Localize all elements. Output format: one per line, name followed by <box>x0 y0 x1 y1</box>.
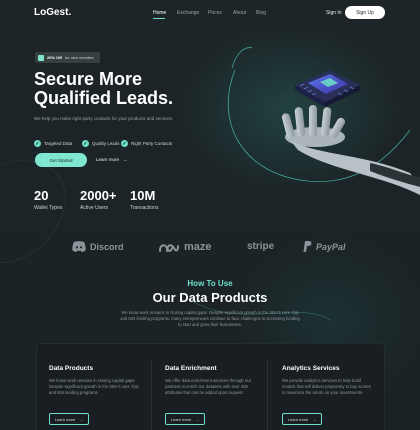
hero-title: Secure More Qualified Leads. <box>34 70 234 108</box>
arrow-right-icon: → <box>195 416 200 422</box>
brand-paypal-label: PayPal <box>316 241 346 252</box>
hero-description: We help you make right party contacts fo… <box>34 116 174 121</box>
brand-paypal: PayPal <box>303 241 346 252</box>
brand-discord-label: Discord <box>90 241 124 252</box>
nav-active-indicator <box>153 18 165 19</box>
logo[interactable]: LoGest. <box>34 7 71 18</box>
stat-transactions-label: Transactions <box>130 205 159 211</box>
card-data-products-description: We know work remains in closing capital … <box>49 378 139 395</box>
brand-discord: Discord <box>72 241 124 252</box>
nav-link-prices[interactable]: Prices <box>208 10 222 16</box>
section-description: We know work remains in closing capital … <box>120 310 300 327</box>
card-analytics-services-title: Analytics Services <box>282 365 340 372</box>
stat-active-users-label: Active Users <box>80 205 109 211</box>
card-button-label: Learn more <box>54 416 76 422</box>
check-icon: ✓ <box>121 140 128 147</box>
stat-active-users-value: 2000+ <box>80 188 117 203</box>
nav-link-home[interactable]: Home <box>153 10 166 16</box>
discord-icon <box>72 241 86 252</box>
check-icon: ✓ <box>82 140 89 147</box>
paypal-icon <box>303 241 312 252</box>
robot-hand <box>281 105 420 195</box>
card-analytics-services-description: We provide analytics services to help bu… <box>282 378 371 395</box>
card-analytics-services-learn-more-button[interactable]: Learn more → <box>282 413 322 425</box>
card-data-products-learn-more-button[interactable]: Learn more → <box>49 413 89 425</box>
stat-wallet-types-label: Wallet Types <box>34 205 63 211</box>
hero-title-line2: Qualified Leads. <box>34 88 174 108</box>
feature-label: Quality Leads <box>92 141 120 146</box>
nav-link-exchange[interactable]: Exchange <box>177 10 199 16</box>
brand-stripe: stripe <box>247 241 274 252</box>
chip-icon <box>295 70 360 107</box>
brand-maze: maze <box>158 241 212 253</box>
sign-up-button[interactable]: Sign Up <box>345 6 385 19</box>
maze-icon <box>159 243 179 252</box>
sign-in-link[interactable]: Sign In <box>326 10 342 16</box>
card-data-enrichment-learn-more-button[interactable]: Learn more → <box>165 413 205 425</box>
arrow-right-icon: → <box>312 416 317 422</box>
learn-more-label: Learn more <box>96 157 120 162</box>
feature-targeted-data: ✓ Targeted Data <box>34 140 72 147</box>
card-data-products-title: Data Products <box>49 365 94 372</box>
card-divider <box>151 360 152 430</box>
feature-quality-leads: ✓ Quality Leads <box>82 140 120 147</box>
feature-label: Right Party Contacts <box>131 141 173 146</box>
promo-text: for new member <box>64 55 94 60</box>
card-data-enrichment-description: We offer data enrichment services throug… <box>165 378 251 395</box>
hero-title-line1: Secure More <box>34 69 143 89</box>
tag-icon <box>38 54 44 61</box>
arrow-right-icon: → <box>123 157 128 162</box>
check-icon: ✓ <box>34 140 41 147</box>
stat-wallet-types-value: 20 <box>34 188 49 203</box>
feature-right-party-contacts: ✓ Right Party Contacts <box>121 140 172 147</box>
card-button-label: Learn more <box>287 416 309 422</box>
section-title: Our Data Products <box>152 290 268 305</box>
brand-maze-label: maze <box>184 241 212 253</box>
get-started-button[interactable]: Get Started <box>35 153 87 167</box>
learn-more-link[interactable]: Learn more → <box>96 157 128 162</box>
promo-badge[interactable]: 20% Off for new member <box>35 52 100 63</box>
landing-page: LoGest. Home Exchange Prices About Blog … <box>0 0 420 430</box>
card-button-label: Learn more <box>170 416 192 422</box>
feature-label: Targeted Data <box>44 141 73 146</box>
card-data-enrichment-title: Data Enrichment <box>165 365 217 372</box>
card-divider <box>267 360 268 430</box>
arrow-right-icon: → <box>79 416 84 422</box>
nav-link-blog[interactable]: Blog <box>256 10 266 16</box>
brand-stripe-label: stripe <box>247 241 275 252</box>
robot-hand-chip-illustration <box>281 70 420 195</box>
nav-link-about[interactable]: About <box>233 10 246 16</box>
promo-discount: 20% Off <box>47 55 62 60</box>
stat-transactions-value: 10M <box>130 188 156 203</box>
section-kicker: How To Use <box>187 279 233 288</box>
